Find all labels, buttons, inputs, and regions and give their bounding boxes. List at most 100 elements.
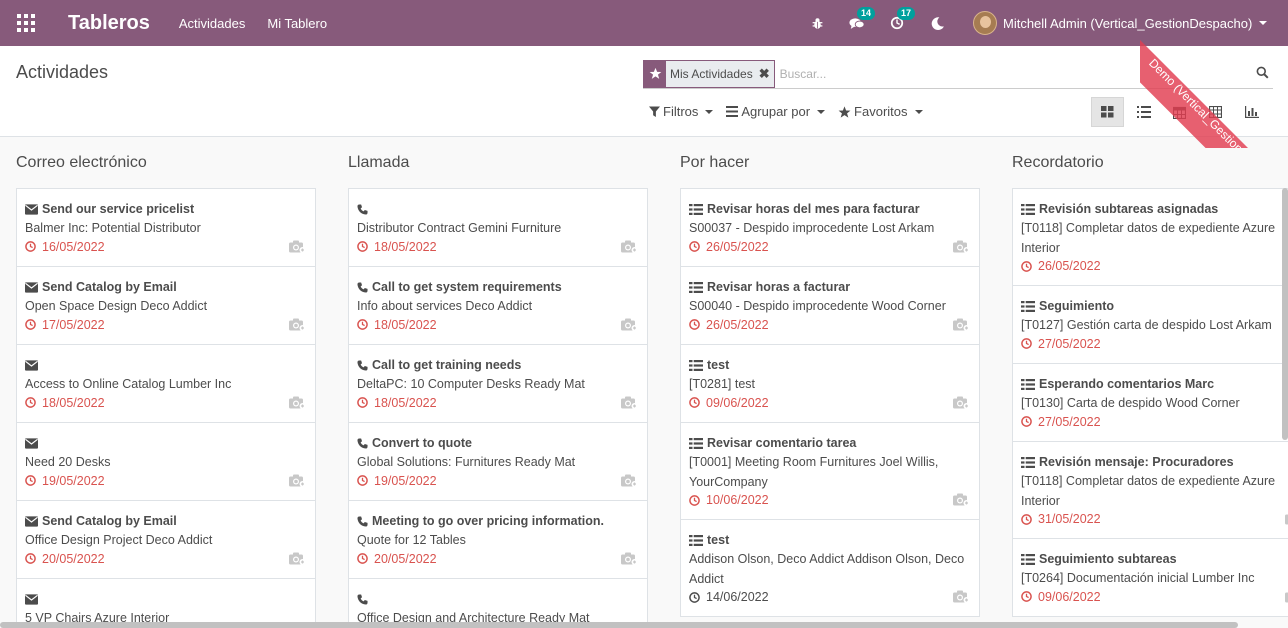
- groupby-dropdown[interactable]: Agrupar por: [726, 104, 826, 119]
- deadline-date: 18/05/2022: [374, 317, 437, 332]
- activity-summary: Call to get training needs: [372, 358, 522, 372]
- camera-icon[interactable]: [621, 240, 638, 256]
- app-brand[interactable]: Tableros: [68, 12, 150, 35]
- activity-card[interactable]: Meeting to go over pricing information. Q…: [348, 500, 648, 579]
- activity-deadline: 18/05/2022: [357, 396, 639, 410]
- activity-card[interactable]: Call to get system requirements Info abou…: [348, 266, 648, 345]
- activity-summary: Seguimiento: [1039, 299, 1115, 313]
- camera-icon[interactable]: [289, 318, 306, 334]
- activity-card[interactable]: Access to Online Catalog Lumber Inc 18/05…: [16, 344, 316, 423]
- card-header: Revisar horas del mes para facturar: [689, 201, 971, 217]
- activity-summary: Call to get system requirements: [372, 280, 562, 294]
- horizontal-scrollbar[interactable]: [0, 622, 1238, 628]
- user-menu[interactable]: Mitchell Admin (Vertical_GestionDespacho…: [973, 11, 1268, 35]
- camera-icon[interactable]: [621, 552, 638, 568]
- calendar-view-button[interactable]: [1163, 97, 1196, 127]
- activity-card[interactable]: test [T0281] test 09/06/2022: [680, 344, 980, 423]
- vertical-scrollbar[interactable]: [1282, 188, 1288, 440]
- activity-card[interactable]: Revisar comentario tarea [T0001] Meeting …: [680, 422, 980, 520]
- clock-icon: [1021, 513, 1032, 525]
- user-caret-icon: [1259, 21, 1268, 25]
- activity-deadline: 20/05/2022: [25, 552, 307, 566]
- camera-icon[interactable]: [289, 552, 306, 568]
- envelope-icon: [25, 593, 38, 605]
- activity-card[interactable]: Send Catalog by Email Open Space Design D…: [16, 266, 316, 345]
- envelope-icon: [25, 437, 38, 449]
- activity-card[interactable]: Revisión subtareas asignadas [T0118] Comp…: [1012, 188, 1288, 286]
- activity-card[interactable]: Call to get training needs DeltaPC: 10 Co…: [348, 344, 648, 423]
- activity-card[interactable]: Need 20 Desks 19/05/2022: [16, 422, 316, 501]
- activity-card[interactable]: Esperando comentarios Marc [T0130] Carta …: [1012, 363, 1288, 442]
- card-header: Meeting to go over pricing information.: [357, 513, 639, 529]
- deadline-date: 17/05/2022: [42, 317, 105, 332]
- deadline-date: 19/05/2022: [42, 473, 105, 488]
- activity-card[interactable]: Convert to quote Global Solutions: Furnit…: [348, 422, 648, 501]
- bug-icon[interactable]: [808, 14, 826, 32]
- activity-summary: Meeting to go over pricing information.: [372, 514, 604, 528]
- messages-icon[interactable]: 14: [848, 7, 876, 32]
- camera-icon[interactable]: [953, 318, 970, 334]
- graph-view-button[interactable]: [1235, 97, 1268, 127]
- dark-mode-moon-icon[interactable]: [928, 14, 946, 32]
- top-navbar: Tableros Actividades Mi Tablero 14 17 Mi…: [0, 0, 1288, 46]
- activity-card[interactable]: 5 VP Chairs Azure Interior: [16, 578, 316, 628]
- camera-icon[interactable]: [289, 474, 306, 490]
- search-input[interactable]: [779, 66, 1240, 81]
- kanban-column: Por hacer Revisar horas del mes para fact…: [680, 137, 980, 628]
- envelope-icon: [25, 281, 38, 293]
- search-bar: Mis Actividades ✖: [643, 59, 1273, 89]
- envelope-icon: [25, 515, 38, 527]
- pivot-view-button[interactable]: [1199, 97, 1232, 127]
- deadline-date: 18/05/2022: [374, 239, 437, 254]
- activity-card[interactable]: Seguimiento [T0127] Gestión carta de desp…: [1012, 285, 1288, 364]
- activity-record-name: Open Space Design Deco Addict: [25, 299, 208, 313]
- column-title[interactable]: Correo electrónico: [16, 154, 147, 172]
- facet-remove-icon[interactable]: ✖: [757, 61, 774, 87]
- activity-card[interactable]: Distributor Contract Gemini Furniture 18/…: [348, 188, 648, 267]
- card-header: Esperando comentarios Marc: [1021, 376, 1288, 392]
- pivot-table-icon: [1209, 106, 1222, 118]
- column-title[interactable]: Recordatorio: [1012, 154, 1104, 172]
- deadline-date: 10/06/2022: [706, 493, 769, 507]
- activities-clock-icon[interactable]: 17: [888, 7, 916, 32]
- favorites-dropdown[interactable]: Favoritos: [838, 104, 923, 119]
- menu-item-mi-tablero[interactable]: Mi Tablero: [267, 16, 327, 31]
- camera-icon[interactable]: [953, 396, 970, 412]
- kanban-column: Recordatorio Revisión subtareas asignadas…: [1012, 137, 1288, 628]
- page-title: Actividades: [16, 62, 109, 82]
- kanban-view-button[interactable]: [1091, 97, 1124, 127]
- tasks-icon: [1021, 203, 1035, 215]
- phone-icon: [357, 515, 368, 527]
- apps-menu-icon[interactable]: [17, 14, 35, 32]
- column-title[interactable]: Por hacer: [680, 154, 749, 172]
- activity-card[interactable]: Send Catalog by Email Office Design Proje…: [16, 500, 316, 579]
- deadline-date: 16/05/2022: [42, 239, 105, 254]
- activity-deadline: 26/05/2022: [1021, 259, 1288, 273]
- activity-card[interactable]: Send our service pricelist Balmer Inc: Po…: [16, 188, 316, 267]
- menu-item-actividades[interactable]: Actividades: [179, 16, 245, 31]
- filters-label: Filtros: [663, 104, 699, 119]
- activities-count-badge: 17: [897, 7, 916, 20]
- activity-card[interactable]: Revisión mensaje: Procuradores [T0118] Co…: [1012, 441, 1288, 539]
- search-icon[interactable]: [1256, 66, 1269, 82]
- camera-icon[interactable]: [953, 590, 970, 606]
- camera-icon[interactable]: [621, 318, 638, 334]
- activity-card[interactable]: Revisar horas a facturar S00040 - Despido…: [680, 266, 980, 345]
- camera-icon[interactable]: [621, 396, 638, 412]
- camera-icon[interactable]: [289, 240, 306, 256]
- activity-record-name: [T0130] Carta de despido Wood Corner: [1021, 396, 1240, 410]
- list-view-button[interactable]: [1127, 97, 1160, 127]
- column-title[interactable]: Llamada: [348, 154, 409, 172]
- activity-card[interactable]: Office Design and Architecture Ready Mat: [348, 578, 648, 628]
- filters-dropdown[interactable]: Filtros: [649, 104, 714, 119]
- camera-icon[interactable]: [289, 396, 306, 412]
- activity-card[interactable]: Seguimiento subtareas [T0264] Documentaci…: [1012, 538, 1288, 617]
- camera-icon[interactable]: [621, 474, 638, 490]
- activity-card[interactable]: test Addison Olson, Deco Addict Addison O…: [680, 519, 980, 617]
- camera-icon[interactable]: [953, 493, 970, 509]
- deadline-date: 19/05/2022: [374, 473, 437, 488]
- deadline-date: 26/05/2022: [1038, 259, 1101, 273]
- activity-summary: Revisar horas del mes para facturar: [707, 202, 920, 216]
- camera-icon[interactable]: [953, 240, 970, 256]
- activity-card[interactable]: Revisar horas del mes para facturar S0003…: [680, 188, 980, 267]
